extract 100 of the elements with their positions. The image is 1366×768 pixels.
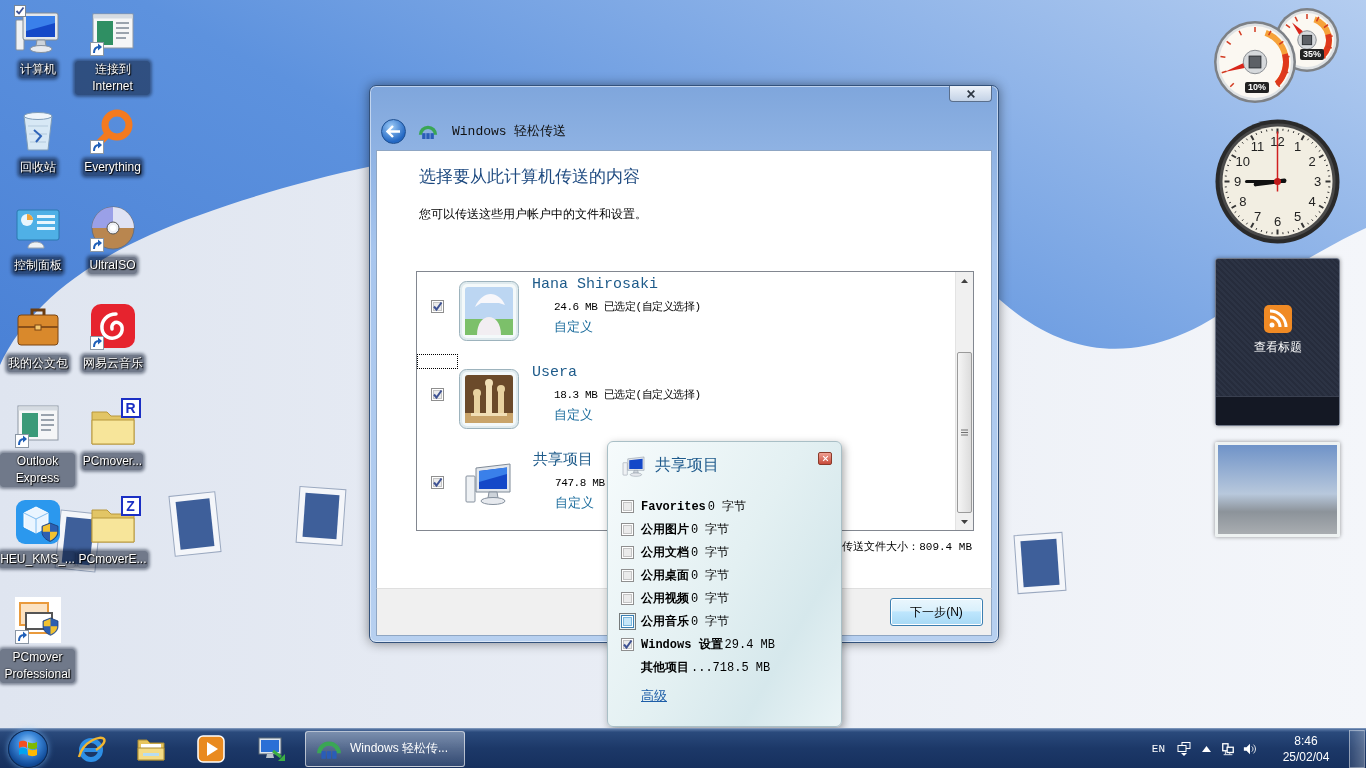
building-window (1013, 531, 1067, 595)
computer-icon (621, 456, 647, 478)
letter-badge: R (120, 398, 141, 418)
account-name: 共享项目 (533, 451, 593, 471)
checkbox[interactable] (621, 592, 634, 605)
checkbox[interactable] (621, 523, 634, 536)
icon-label[interactable]: PCmover Professional (0, 649, 75, 683)
page-heading: 选择要从此计算机传送的内容 (419, 166, 641, 188)
close-button[interactable] (818, 452, 832, 465)
selection-checkbox[interactable] (13, 5, 26, 17)
icon-label[interactable]: PCmover... (81, 453, 144, 470)
clock-numeral: 3 (1313, 174, 1322, 189)
building-window (168, 491, 222, 557)
checkbox[interactable] (619, 613, 636, 630)
advanced-link[interactable]: 高级 (641, 687, 667, 705)
network-icon[interactable] (1221, 740, 1235, 757)
close-icon (821, 455, 829, 462)
language-indicator[interactable]: EN (1151, 742, 1165, 755)
popup-title: 共享项目 (655, 455, 719, 475)
icon-label[interactable]: Outlook Express (0, 453, 75, 487)
icon-label[interactable]: Everything (83, 159, 142, 176)
rss-icon (1263, 304, 1292, 333)
item-name: 公用视频 (641, 591, 689, 607)
feed-label: 查看标题 (1253, 338, 1302, 355)
account-name: Hana Shirosaki (532, 275, 659, 295)
clock-numeral: 1 (1293, 139, 1302, 155)
item-size: ...718.5 MB (691, 660, 771, 675)
caret-up-icon (1201, 745, 1211, 752)
scrollbar[interactable] (955, 272, 973, 530)
account-name: Usera (532, 363, 577, 383)
icon-label[interactable]: 我的公文包 (6, 355, 69, 372)
item-name: 公用音乐 (641, 613, 689, 630)
item-size: 0 字节 (691, 545, 730, 561)
next-button[interactable]: 下一步(N) (890, 598, 983, 626)
start-button[interactable] (8, 729, 48, 768)
window-stack-icon[interactable] (1177, 740, 1191, 757)
flag-logo-icon (18, 739, 38, 758)
item-name: 公用图片 (641, 522, 689, 538)
item-name: Windows 设置 (641, 637, 723, 653)
item-size: 0 字节 (691, 522, 730, 538)
clock-numeral: 2 (1308, 154, 1316, 169)
checkbox[interactable] (621, 569, 634, 582)
clock-numeral: 9 (1233, 174, 1242, 189)
icon-label[interactable]: 计算机 (18, 61, 57, 78)
customize-link[interactable]: 自定义 (554, 406, 593, 424)
item-name: Favorites (641, 499, 706, 514)
size-text: 747.8 MB (555, 476, 605, 491)
taskbar-window-button[interactable]: Windows 轻松传... (305, 730, 465, 767)
checkbox[interactable] (621, 638, 634, 651)
computer-icon (464, 462, 514, 508)
item-size: 0 字节 (691, 568, 730, 584)
total-size-text: 传送文件大小：809.4 MB (842, 541, 972, 553)
minute-hand (1245, 180, 1286, 183)
clock-numeral: 7 (1253, 208, 1262, 224)
back-button[interactable] (381, 118, 406, 144)
clock-numeral: 6 (1273, 214, 1282, 229)
clock-numeral: 4 (1308, 194, 1316, 209)
size-text: 18.3 MB 已选定(自定义选择) (554, 388, 701, 403)
customize-link[interactable]: 自定义 (554, 318, 593, 336)
customize-link[interactable]: 自定义 (555, 494, 594, 512)
item-name: 公用桌面 (641, 567, 689, 584)
caret-up-icon (961, 278, 968, 283)
cube-shield-icon[interactable] (13, 498, 62, 546)
checkbox[interactable] (621, 546, 634, 559)
item-name: 其他项目 (641, 660, 689, 676)
checkbox[interactable] (431, 300, 444, 313)
play-tile-icon (195, 732, 227, 765)
window-title: Windows 轻松传送 (452, 123, 567, 140)
disc-icon[interactable] (88, 204, 137, 252)
checkbox[interactable] (431, 388, 444, 401)
letter-badge: Z (120, 496, 141, 516)
item-size: 0 字节 (707, 499, 747, 515)
feed-gadget[interactable]: 查看标题 (1215, 258, 1340, 426)
tray-date[interactable]: 25/02/04 (1282, 748, 1330, 765)
focus-outline (417, 354, 458, 369)
clock-numeral: 10 (1235, 154, 1251, 169)
checkbox[interactable] (431, 476, 444, 489)
scroll-thumb[interactable] (957, 352, 972, 513)
user-picture (459, 281, 519, 341)
clock-numeral: 5 (1293, 208, 1302, 224)
item-size: 29.4 MB (724, 637, 776, 652)
back-arrow-icon (386, 124, 401, 138)
checkbox[interactable] (621, 500, 634, 513)
item-name: 公用文档 (641, 545, 689, 561)
close-button[interactable] (949, 86, 992, 102)
tray-time[interactable]: 8:46 (1294, 732, 1318, 749)
close-icon (965, 88, 976, 99)
percent-label: 35% (1300, 49, 1324, 60)
hour-hand (1253, 178, 1287, 187)
clock-numeral: 8 (1239, 194, 1247, 209)
percent-label: 10% (1245, 82, 1269, 93)
chess-picture (459, 369, 519, 429)
icon-label[interactable]: 连接到 Internet (75, 61, 150, 95)
grip-icon (961, 429, 968, 436)
size-text: 24.6 MB 已选定(自定义选择) (554, 300, 701, 315)
icon-label[interactable]: UltraISO (88, 257, 137, 274)
item-size: 0 字节 (691, 614, 730, 630)
item-size: 0 字节 (691, 591, 730, 607)
show-desktop-button[interactable] (1349, 729, 1365, 768)
clock-numeral: 11 (1250, 139, 1265, 155)
